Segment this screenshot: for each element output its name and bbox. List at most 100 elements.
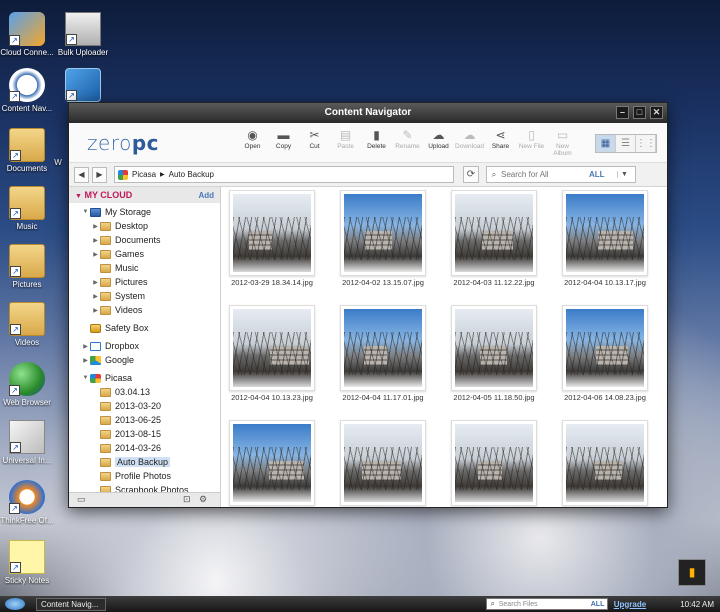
tree-item[interactable]: 2013-08-15 <box>69 427 220 441</box>
list-view-icon[interactable]: ☰ <box>616 135 636 152</box>
tree-item[interactable]: 2013-06-25 <box>69 413 220 427</box>
taskbar-search-scope[interactable]: ALL <box>591 601 607 608</box>
desktop-icon[interactable]: ↗ Videos <box>0 302 58 347</box>
desktop-icon[interactable]: ↗ Bulk Uploader <box>52 12 114 57</box>
chevron-right-icon[interactable]: ▶ <box>91 223 100 230</box>
cut-button[interactable]: ✂ Cut <box>299 128 330 157</box>
small-icons-view-icon[interactable]: ⋮⋮ <box>636 135 656 152</box>
rename-button[interactable]: ✎ Rename <box>392 128 423 157</box>
close-icon[interactable]: ✕ <box>650 106 663 119</box>
desktop-icon[interactable]: ↗ Sticky Notes <box>0 540 58 585</box>
photo-thumbnail[interactable]: 2012-04-04 10.13.17.jpg <box>562 190 648 287</box>
share-button[interactable]: ⋖ Share <box>485 128 516 157</box>
shortcut-arrow-icon: ↗ <box>10 266 21 277</box>
tree-item[interactable]: Music <box>69 261 220 275</box>
tree-item[interactable]: ▶ Google <box>69 353 220 367</box>
photo-thumbnail[interactable] <box>562 420 648 507</box>
breadcrumb[interactable]: Picasa ▶ Auto Backup <box>114 166 454 183</box>
tree-item[interactable]: Safety Box <box>69 321 220 335</box>
desktop-icon[interactable]: ↗ <box>52 68 114 104</box>
chart-icon[interactable]: ▮ <box>678 559 706 586</box>
tree-item[interactable]: ▶ System <box>69 289 220 303</box>
taskbar-item-content-navigator[interactable]: Content Navig... <box>36 597 106 611</box>
tree-item[interactable]: ▶ Desktop <box>69 219 220 233</box>
photo-thumbnail[interactable]: 2012-04-04 11.17.01.jpg <box>340 305 426 402</box>
tree-item[interactable]: 2013-03-20 <box>69 399 220 413</box>
search-scope[interactable]: ALL <box>589 170 617 179</box>
tree-item[interactable]: ▼ My Storage <box>69 205 220 219</box>
back-button[interactable]: ◀ <box>74 166 89 183</box>
desktop-icon[interactable]: ↗ Cloud Conne... <box>0 12 58 57</box>
bulk-uploader-icon: ↗ <box>65 12 101 46</box>
upgrade-link[interactable]: Upgrade <box>614 600 646 609</box>
tree-item[interactable]: 03.04.13 <box>69 385 220 399</box>
chevron-right-icon[interactable]: ▶ <box>91 251 100 258</box>
photo-thumbnail[interactable]: 2012-04-02 13.15.07.jpg <box>340 190 426 287</box>
navigation-bar: ◀ ▶ Picasa ▶ Auto Backup ⟳ ⌕ ALL ▼ <box>69 163 667 187</box>
breadcrumb-item[interactable]: Picasa <box>132 170 156 179</box>
sidebar-header[interactable]: ▼ MY CLOUD Add <box>69 187 220 203</box>
paste-button[interactable]: ▤ Paste <box>330 128 361 157</box>
tree-item[interactable]: ▶ Documents <box>69 233 220 247</box>
photo-thumbnail[interactable]: 2012-04-06 14.08.23.jpg <box>562 305 648 402</box>
window-titlebar[interactable]: Content Navigator – □ ✕ <box>69 103 667 123</box>
desktop-icon[interactable]: ↗ Music <box>0 186 58 231</box>
breadcrumb-item[interactable]: Auto Backup <box>169 170 214 179</box>
forward-button[interactable]: ▶ <box>92 166 107 183</box>
desktop-icon[interactable]: ↗ ThinkFree Of... <box>0 480 58 525</box>
tree-item[interactable]: 2014-03-26 <box>69 441 220 455</box>
gear-icon[interactable]: ⚙ <box>199 494 207 505</box>
taskbar-search-input[interactable]: Search Files <box>499 601 591 608</box>
chevron-right-icon[interactable]: ▶ <box>81 357 90 364</box>
search-input[interactable] <box>501 170 586 179</box>
photo-thumbnail[interactable] <box>229 420 315 507</box>
tree-item[interactable]: ▶ Videos <box>69 303 220 317</box>
chevron-down-icon[interactable]: ▼ <box>617 171 631 178</box>
photo-thumbnail[interactable] <box>340 420 426 507</box>
photo-thumbnail[interactable]: 2012-04-04 10.13.23.jpg <box>229 305 315 402</box>
tree-item[interactable]: Auto Backup <box>69 455 220 469</box>
toolbar-button-label: New File <box>518 143 545 150</box>
tree-item[interactable]: ▶ Pictures <box>69 275 220 289</box>
tree-item[interactable]: Profile Photos <box>69 469 220 483</box>
tree-item[interactable]: ▶ Dropbox <box>69 339 220 353</box>
chevron-down-icon[interactable]: ▼ <box>81 209 90 215</box>
copy-button[interactable]: ▬ Copy <box>268 128 299 157</box>
chevron-right-icon: ▶ <box>160 172 165 178</box>
photo-thumbnail[interactable]: 2012-04-03 11.12.22.jpg <box>451 190 537 287</box>
start-button[interactable] <box>0 596 30 612</box>
chevron-right-icon[interactable]: ▶ <box>91 279 100 286</box>
chevron-right-icon[interactable]: ▶ <box>81 343 90 350</box>
open-button[interactable]: ◉ Open <box>237 128 268 157</box>
chevron-right-icon[interactable]: ▶ <box>91 307 100 314</box>
photo-thumbnail[interactable]: 2012-03-29 18.34.14.jpg <box>229 190 315 287</box>
upload-button[interactable]: ☁ Upload <box>423 128 454 157</box>
large-icons-view-icon[interactable]: ▦ <box>596 135 616 152</box>
desktop-icon[interactable]: ↗ Web Browser <box>0 362 58 407</box>
photo-thumbnail[interactable] <box>451 420 537 507</box>
refresh-button[interactable]: ⟳ <box>463 166 479 183</box>
chevron-right-icon[interactable]: ▶ <box>91 293 100 300</box>
desktop-icon[interactable]: ↗ Documents <box>0 128 58 173</box>
download-button[interactable]: ☁ Download <box>454 128 485 157</box>
add-cloud-button[interactable]: Add <box>198 191 214 200</box>
tree-item[interactable]: ▶ Games <box>69 247 220 261</box>
chevron-down-icon[interactable]: ▼ <box>81 375 90 381</box>
folder-icon <box>100 415 111 425</box>
chevron-right-icon[interactable]: ▶ <box>91 237 100 244</box>
collapse-icon[interactable]: ▼ <box>75 193 82 200</box>
desktop-icon[interactable]: ↗ Universal In... <box>0 420 58 465</box>
maximize-icon[interactable]: □ <box>633 106 646 119</box>
user-icon[interactable]: ⊡ <box>183 494 191 505</box>
mail-icon: ↗ <box>9 420 45 454</box>
open-icon: ◉ <box>247 128 258 142</box>
desktop-icon[interactable]: ↗ Pictures <box>0 244 58 289</box>
panel-icon[interactable]: ▭ <box>77 494 86 505</box>
desktop-icon[interactable]: ↗ Content Nav... <box>0 68 58 113</box>
new-file-button[interactable]: ▯ New File <box>516 128 547 157</box>
new-album-button[interactable]: ▭ New Album <box>547 128 578 157</box>
delete-button[interactable]: ▮ Delete <box>361 128 392 157</box>
photo-thumbnail[interactable]: 2012-04-05 11.18.50.jpg <box>451 305 537 402</box>
tree-item[interactable]: ▼ Picasa <box>69 371 220 385</box>
minimize-icon[interactable]: – <box>616 106 629 119</box>
